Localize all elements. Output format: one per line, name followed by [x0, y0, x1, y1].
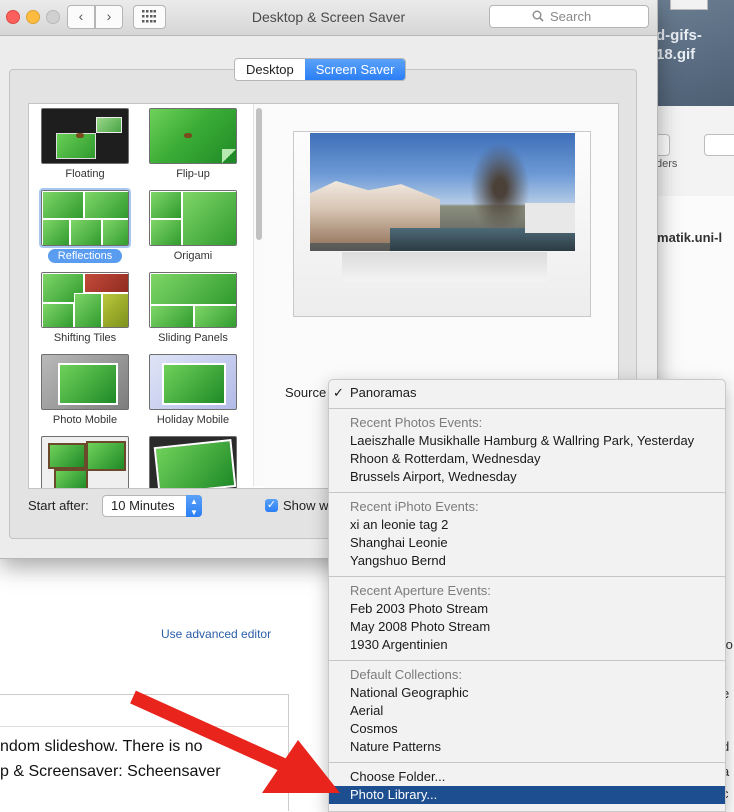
menu-header-default-collections: Default Collections:: [350, 667, 462, 682]
source-dropdown-menu: ✓ Panoramas Recent Photos Events: Laeiszh…: [328, 379, 726, 812]
module-thumbnail: [39, 188, 131, 248]
module-thumbnail: [41, 272, 129, 328]
menu-item[interactable]: National Geographic: [329, 684, 725, 702]
module-thumbnail: [149, 354, 237, 410]
module-floating[interactable]: Floating: [37, 108, 133, 181]
module-label: Reflections: [47, 249, 123, 263]
menu-header-recent-iphoto: Recent iPhoto Events:: [350, 499, 479, 514]
background-toolbar: ders: [650, 106, 734, 197]
search-field[interactable]: [489, 5, 649, 28]
module-label: Sliding Panels: [158, 332, 228, 344]
file-thumbnail: [670, 0, 708, 10]
module-label: Origami: [173, 250, 213, 262]
background-paragraph-line: p & Screensaver: Scheensaver: [0, 763, 221, 780]
start-after-value: 10 Minutes: [111, 498, 175, 513]
background-host-area: rmatik.uni-l: [652, 196, 734, 386]
menu-item[interactable]: Aerial: [329, 702, 725, 720]
menu-separator: [329, 762, 725, 763]
menu-item[interactable]: May 2008 Photo Stream: [329, 618, 725, 636]
module-label: Flip-up: [176, 168, 210, 180]
menu-item[interactable]: Shanghai Leonie: [329, 534, 725, 552]
background-desktop-file: d-gifs- 18.gif: [656, 0, 734, 106]
module-holiday-mobile[interactable]: Holiday Mobile: [145, 354, 241, 427]
menu-item-choose-folder[interactable]: Choose Folder...: [329, 768, 725, 786]
menu-item[interactable]: Rhoon & Rotterdam, Wednesday: [329, 450, 725, 468]
module-flip-up[interactable]: Flip-up: [145, 108, 241, 181]
menu-separator: [329, 492, 725, 493]
menu-separator: [329, 660, 725, 661]
module-photo-wall[interactable]: [37, 436, 133, 488]
screen-saver-list: Floating Flip-up Reflections Origami Shi…: [28, 103, 267, 489]
module-label: Floating: [65, 168, 105, 180]
background-host-text: rmatik.uni-l: [652, 230, 723, 245]
module-thumbnail: [41, 108, 129, 164]
tab-desktop[interactable]: Desktop: [235, 59, 305, 80]
menu-item[interactable]: Yangshuo Bernd: [329, 552, 725, 570]
module-thumbnail: [41, 436, 129, 488]
advanced-editor-link[interactable]: Use advanced editor: [161, 627, 271, 641]
menu-header-recent-photos: Recent Photos Events:: [350, 415, 483, 430]
segmented-tabs: Desktop Screen Saver: [234, 58, 407, 81]
module-label: Photo Mobile: [52, 414, 118, 426]
module-thumbnail: [149, 436, 237, 488]
menu-item[interactable]: Cosmos: [329, 720, 725, 738]
menu-separator: [329, 408, 725, 409]
background-toolbar-button: [704, 134, 734, 156]
module-thumbnail: [149, 272, 237, 328]
module-photo-mobile[interactable]: Photo Mobile: [37, 354, 133, 427]
menu-item[interactable]: xi an leonie tag 2: [329, 516, 725, 534]
start-after-select[interactable]: 10 Minutes ▲ ▼: [102, 495, 202, 517]
title-bar: ‹ › Desktop & Screen Saver: [0, 0, 657, 36]
module-label: Shifting Tiles: [53, 332, 117, 344]
list-scrollbar-thumb[interactable]: [256, 108, 262, 240]
module-sliding-panels[interactable]: Sliding Panels: [145, 272, 241, 345]
module-origami[interactable]: Origami: [145, 190, 241, 263]
checkmark-icon: ✓: [333, 385, 344, 400]
start-after-label: Start after:: [28, 498, 89, 513]
preview-photo: [310, 133, 575, 251]
preview-reflection: [342, 252, 547, 282]
module-thumbnail: [41, 354, 129, 410]
menu-item[interactable]: Feb 2003 Photo Stream: [329, 600, 725, 618]
file-name: d-gifs- 18.gif: [656, 27, 702, 63]
show-with-clock-label: Show w: [283, 498, 329, 513]
background-toolbar-text: ders: [656, 158, 678, 170]
module-shifting-tiles[interactable]: Shifting Tiles: [37, 272, 133, 345]
module-thumbnail: [149, 190, 237, 246]
tab-screen-saver[interactable]: Screen Saver: [304, 59, 406, 80]
menu-item-panoramas[interactable]: ✓ Panoramas: [329, 384, 725, 402]
menu-separator: [329, 576, 725, 577]
module-label: Holiday Mobile: [156, 414, 230, 426]
menu-item[interactable]: Nature Patterns: [329, 738, 725, 756]
module-vintage-prints[interactable]: [145, 436, 241, 488]
menu-header-recent-aperture: Recent Aperture Events:: [350, 583, 491, 598]
menu-item-photo-library[interactable]: Photo Library...: [329, 786, 725, 804]
search-icon: [532, 10, 544, 22]
updown-arrows-icon: ▲ ▼: [186, 495, 202, 517]
menu-item-label: Panoramas: [350, 385, 417, 400]
menu-item[interactable]: 1930 Argentinien: [329, 636, 725, 654]
module-reflections[interactable]: Reflections: [37, 188, 133, 263]
divider: [0, 726, 288, 727]
module-thumbnail: [149, 108, 237, 164]
menu-item[interactable]: Brussels Airport, Wednesday: [329, 468, 725, 486]
search-input[interactable]: [548, 8, 642, 25]
menu-item[interactable]: Laeiszhalle Musikhalle Hamburg & Wallrin…: [329, 432, 725, 450]
show-with-clock-checkbox[interactable]: ✓: [265, 499, 278, 512]
background-paragraph-line: ndom slideshow. There is no: [0, 738, 203, 755]
source-label: Source: [285, 385, 327, 400]
